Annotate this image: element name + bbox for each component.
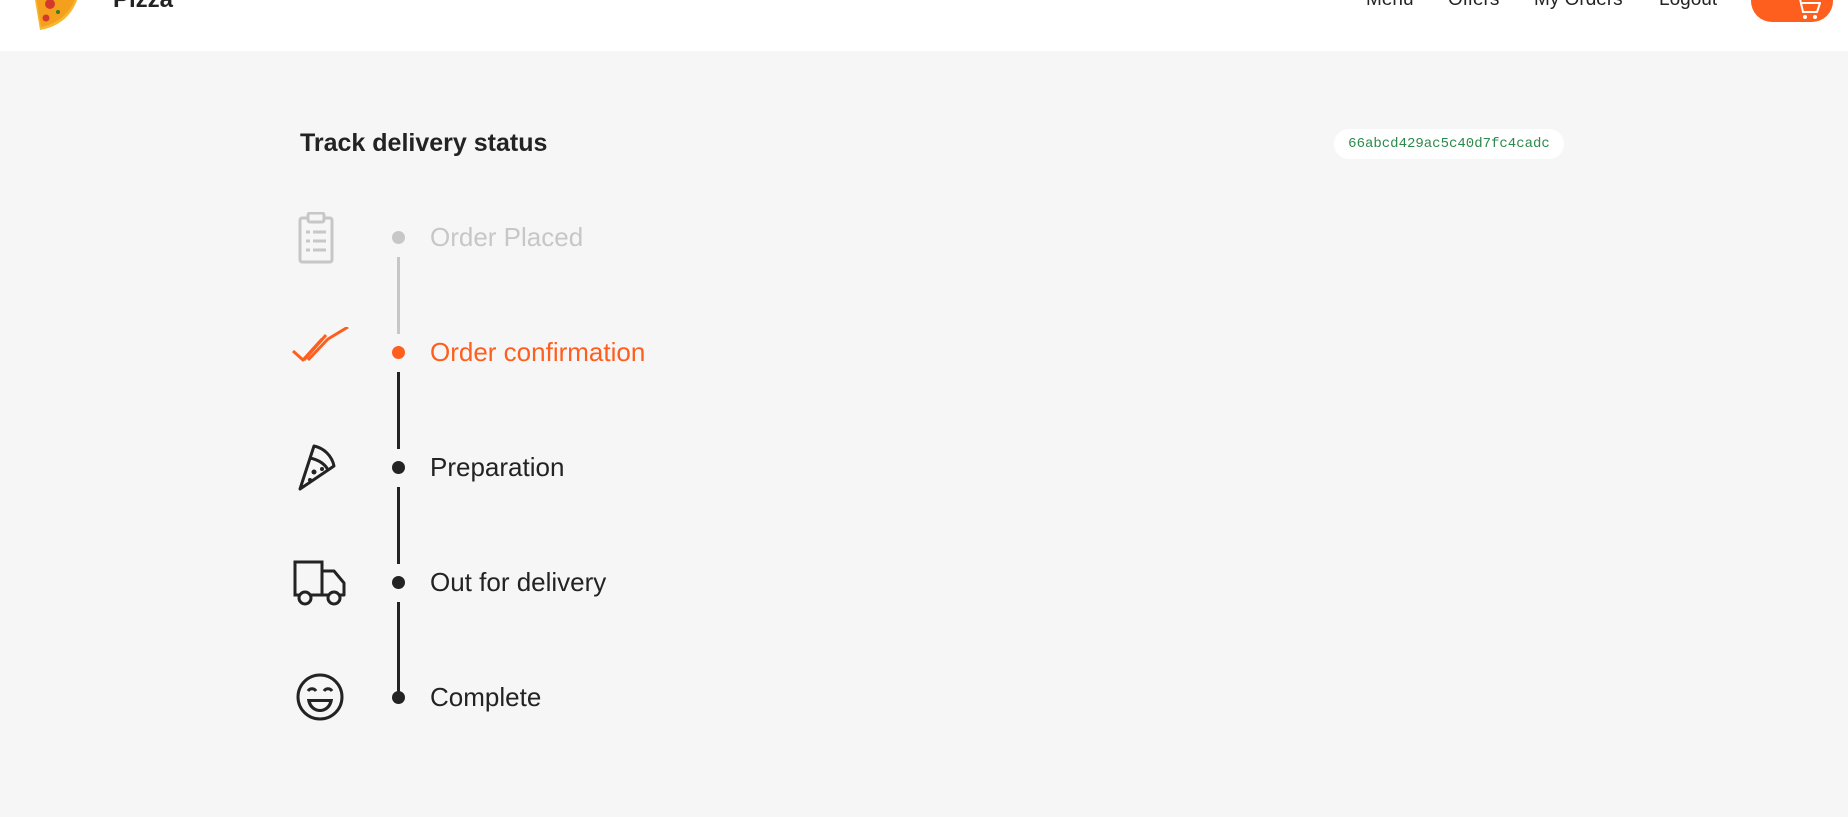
timeline-step-order-placed: Order Placed (0, 211, 900, 264)
nav-menu-link[interactable]: Menu (1366, 0, 1414, 11)
timeline-step-preparation: Preparation (0, 442, 900, 492)
double-check-icon (290, 325, 350, 383)
nav-my-orders-link[interactable]: My Orders (1534, 0, 1623, 11)
cart-icon (1796, 0, 1821, 19)
page-title: Track delivery status (300, 129, 548, 157)
timeline-step-label: Out for delivery (430, 567, 607, 597)
timeline-dot (392, 461, 405, 474)
top-navbar: Pizza Menu Offers My Orders Logout (0, 0, 1848, 51)
smile-icon (290, 672, 350, 728)
nav-logout-link[interactable]: Logout (1659, 0, 1717, 11)
timeline-step-label: Complete (430, 682, 542, 712)
timeline-connector (397, 487, 400, 564)
timeline-step-out-for-delivery: Out for delivery (0, 557, 900, 607)
timeline-dot (392, 576, 405, 589)
cart-button[interactable] (1751, 0, 1833, 22)
timeline-step-order-confirmation: Order confirmation (0, 325, 900, 377)
timeline-dot (392, 346, 405, 359)
timeline-dot (392, 691, 405, 704)
timeline-step-label: Preparation (430, 452, 565, 482)
timeline-step-label: Order confirmation (430, 337, 646, 367)
pizza-logo-icon[interactable] (28, 0, 94, 34)
brand-name[interactable]: Pizza (113, 0, 173, 14)
nav-offers-link[interactable]: Offers (1448, 0, 1499, 11)
timeline-step-label: Order Placed (430, 222, 584, 252)
clipboard-icon (290, 211, 350, 268)
truck-icon (290, 557, 350, 613)
pizza-slice-icon (290, 442, 350, 498)
timeline-dot (392, 231, 405, 244)
timeline-step-complete: Complete (0, 672, 900, 722)
timeline-connector (397, 257, 400, 334)
timeline-connector (397, 372, 400, 449)
order-id-badge: 66abcd429ac5c40d7fc4cadc (1334, 129, 1564, 159)
